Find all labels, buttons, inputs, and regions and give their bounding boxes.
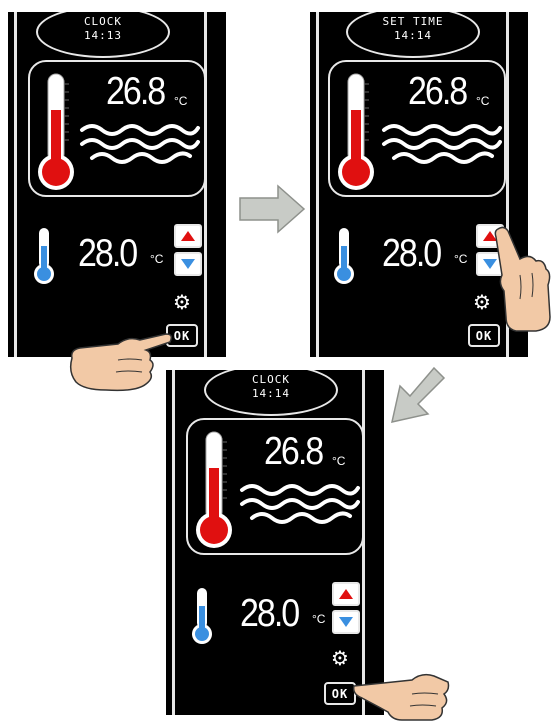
clock-time: 14:14 xyxy=(251,387,291,400)
clock-time: 14:13 xyxy=(83,29,123,42)
set-temp-unit: °C xyxy=(150,252,164,266)
thermometer-icon xyxy=(338,73,374,190)
set-temp-value: 28.0 xyxy=(382,231,442,276)
small-thermometer-icon xyxy=(334,228,354,284)
clock-display[interactable]: CLOCK 14:14 xyxy=(204,370,338,416)
up-button[interactable] xyxy=(174,224,202,248)
frame-line-left xyxy=(316,12,319,357)
water-temp-value: 26.8 xyxy=(106,69,166,114)
clock-display[interactable]: CLOCK 14:13 xyxy=(36,12,170,58)
clock-time: 14:14 xyxy=(393,29,433,42)
waves-icon xyxy=(382,124,502,164)
down-button[interactable] xyxy=(174,252,202,276)
down-arrow-icon xyxy=(181,259,195,269)
clock-label: CLOCK xyxy=(83,15,123,28)
small-thermometer-icon xyxy=(34,228,54,284)
set-temp-unit: °C xyxy=(312,612,326,626)
water-temp-unit: °C xyxy=(174,94,188,108)
pointing-hand-icon xyxy=(494,226,551,332)
water-temp-value: 26.8 xyxy=(408,69,468,114)
water-temp-value: 26.8 xyxy=(264,429,324,474)
thermometer-icon xyxy=(196,431,232,548)
up-arrow-icon xyxy=(339,589,353,599)
clock-label: CLOCK xyxy=(251,373,291,386)
up-arrow-icon xyxy=(181,231,195,241)
gear-icon[interactable]: ⚙ xyxy=(473,292,491,312)
gear-icon[interactable]: ⚙ xyxy=(331,648,349,668)
frame-line-left xyxy=(14,12,17,357)
set-temp-value: 28.0 xyxy=(240,591,300,636)
down-button[interactable] xyxy=(332,610,360,634)
waves-icon xyxy=(240,484,360,524)
small-thermometer-icon xyxy=(192,588,212,644)
up-button[interactable] xyxy=(332,582,360,606)
water-temp-unit: °C xyxy=(332,454,346,468)
clock-display[interactable]: SET TIME 14:14 xyxy=(346,12,480,58)
screen-panel-3: CLOCK 14:14 26.8 °C 28.0 °C ⚙ OK xyxy=(166,370,384,715)
flow-arrow-icon xyxy=(391,366,446,423)
down-arrow-icon xyxy=(339,617,353,627)
flow-arrow-icon xyxy=(239,184,306,234)
water-temp-unit: °C xyxy=(476,94,490,108)
waves-icon xyxy=(80,124,200,164)
clock-label: SET TIME xyxy=(382,15,444,28)
gear-icon[interactable]: ⚙ xyxy=(173,292,191,312)
set-temp-value: 28.0 xyxy=(78,231,138,276)
pointing-hand-icon xyxy=(69,333,173,392)
screen-panel-1: CLOCK 14:13 26.8 °C 28.0 °C ⚙ OK xyxy=(8,12,226,357)
thermometer-icon xyxy=(38,73,74,190)
frame-line-left xyxy=(172,370,175,715)
set-temp-unit: °C xyxy=(454,252,468,266)
